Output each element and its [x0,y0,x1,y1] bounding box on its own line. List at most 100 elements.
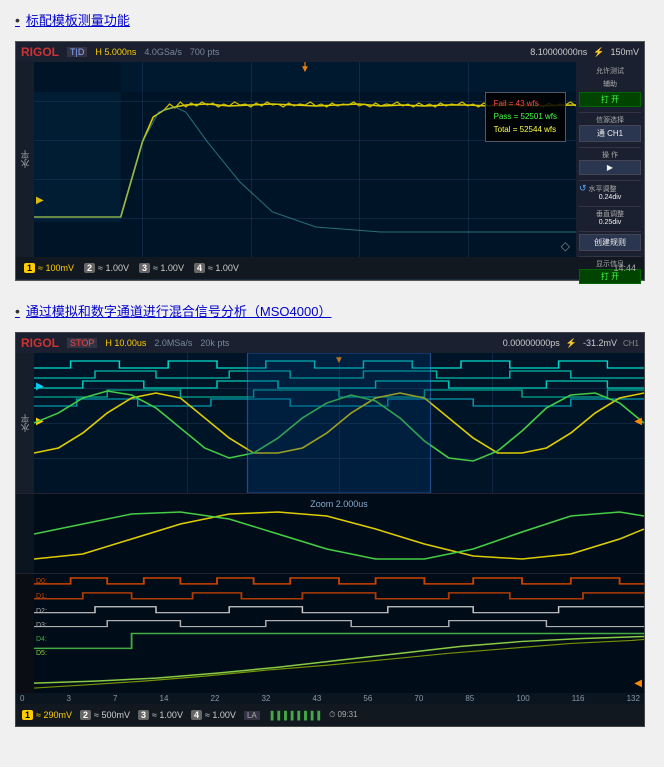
osc1-ch3-val: ≈ 1.00V [153,263,184,273]
osc2-timebase: H 10.00us [105,338,146,348]
t-3: 3 [67,694,71,703]
test-label: 允许测试 [579,66,641,76]
osc2-digital-left [16,574,34,693]
bullet1: • [15,12,20,28]
osc1-header: RIGOL T|D H 5.000ns 4.0GSa/s 700 pts 8.1… [16,42,644,62]
osc2-samplerate: 2.0MSa/s [154,338,192,348]
osc2-ch3-num: 3 [138,710,149,720]
assist-label: 辅助 [579,79,641,89]
osc1-popup: Fail = 43 wfs Pass = 52501 wfs Total = 5… [485,92,566,142]
t-85: 85 [465,694,474,703]
section1-link[interactable]: • 标配模板测量功能 [15,10,649,29]
osc2-footer: 1 ≈ 290mV 2 ≈ 500mV 3 ≈ 1.00V 4 ≈ 1.00V … [16,704,644,726]
v-adjust-label: 垂直调整 [579,209,641,219]
osc1-ch2-badge: 2 ≈ 1.00V [84,263,129,273]
play-btn[interactable]: ▶ [579,160,641,175]
osc2-zoom-left [16,494,34,573]
t-132: 132 [627,694,640,703]
osc2-samplerate-sub: 20k pts [200,338,229,348]
v-adjust-section: 垂直调整 0.25div [579,206,641,226]
osc1-screen: ▼ ▶ ◇ Fail = 43 [34,62,576,257]
osc1-right-panel: 允许测试 辅助 打 开 信源选择 通 CH1 操 作 ▶ ↺ 水平调整 0.24… [576,62,644,257]
t-43: 43 [312,694,321,703]
d0-label: D0: [36,578,47,585]
osc2-digital-screen: D0: D1: D2: D3: D4: D5: ◀ [34,574,644,693]
osc2-ch3-val: ≈ 1.00V [152,710,183,720]
rotate-icon: ↺ [579,183,587,194]
osc1-voltage: 150mV [610,47,639,57]
source-section: 信源选择 通 CH1 [579,112,641,142]
osc1-ch3-num: 3 [139,263,150,273]
source-label: 信源选择 [579,115,641,125]
d3-label: D3: [36,622,47,629]
osc1-left-label: 水平 [16,62,34,257]
osc2-digital-waveform [34,574,644,693]
section1-link-text[interactable]: 标配模板测量功能 [26,10,130,29]
osc2-brand: RIGOL [21,336,59,350]
section2-header: • 通过模拟和数字通道进行混合信号分析（MSO4000） [15,301,649,320]
section2-link-text[interactable]: 通过模拟和数字通道进行混合信号分析（MSO4000） [26,301,332,320]
osc1-timebase: H 5.000ns [95,47,136,57]
osc1-ch1-num: 1 [24,263,35,273]
h-adjust-val: 0.24div [579,194,641,201]
d2-label: D2: [36,608,47,615]
la-indicators: ▐▐▐▐▐▐▐▐ [268,711,321,720]
osc1-ch1-val: ≈ 100mV [38,263,74,273]
operate-label: 操 作 [579,150,641,160]
osc2-zoom-screen: Zoom 2.000us [34,494,644,573]
osc1-ch3-badge: 3 ≈ 1.00V [139,263,184,273]
osc1-marker-br: ◇ [561,239,570,253]
osc2-digital-channels: D0: D1: D2: D3: D4: D5: ◀ [16,573,644,693]
osc1-samplerate-sub: 700 pts [190,47,220,57]
osc2-ch1-val: ≈ 290mV [36,710,72,720]
osc2-mode: STOP [67,338,97,348]
osc2-time: ⏱ 09:31 [329,710,357,720]
osc1-samplerate: 4.0GSa/s [144,47,182,57]
osc2-ch1-num: 1 [22,710,33,720]
osc2-header: RIGOL STOP H 10.00us 2.0MSa/s 20k pts 0.… [16,333,644,353]
osc2-ch2-num: 2 [80,710,91,720]
t-100: 100 [516,694,529,703]
osc2-time-offset: 0.00000000ps [503,338,560,348]
ch-btn[interactable]: 通 CH1 [579,125,641,142]
oscilloscope-1: RIGOL T|D H 5.000ns 4.0GSa/s 700 pts 8.1… [15,41,645,281]
popup-fail: Fail = 43 wfs [494,98,557,111]
h-adjust-label: 水平调整 [589,184,617,194]
osc2-ch1-badge: 1 ≈ 290mV [22,710,72,720]
osc2-ch3-badge: 3 ≈ 1.00V [138,710,183,720]
osc2-analog-waveform [34,353,644,493]
osc1-footer: 1 ≈ 100mV 2 ≈ 1.00V 3 ≈ 1.00V 4 ≈ 1.00V … [16,257,644,279]
section1-header: • 标配模板测量功能 [15,10,649,29]
t-0: 0 [20,694,24,703]
osc1-ch4-badge: 4 ≈ 1.00V [194,263,239,273]
open1-btn[interactable]: 打 开 [579,92,641,107]
osc2-ch4-badge: 4 ≈ 1.00V [191,710,236,720]
bullet2: • [15,303,20,319]
osc2-ch4-val: ≈ 1.00V [205,710,236,720]
osc2-digital-marker: ◀ [634,678,642,689]
section2-link[interactable]: • 通过模拟和数字通道进行混合信号分析（MSO4000） [15,301,649,320]
osc1-ch4-val: ≈ 1.00V [208,263,239,273]
t-70: 70 [414,694,423,703]
osc1-trigger: ⚡ [593,47,604,58]
t-14: 14 [160,694,169,703]
osc2-ch2-badge: 2 ≈ 500mV [80,710,130,720]
osc1-ch2-val: ≈ 1.00V [98,263,129,273]
osc1-time: 14:44 [613,263,636,273]
osc1-ch4-num: 4 [194,263,205,273]
osc2-zoom-waveform [34,494,644,574]
osc2-header-right: 0.00000000ps ⚡ -31.2mV CH1 [503,338,639,349]
popup-pass: Pass = 52501 wfs [494,111,557,124]
t-32: 32 [261,694,270,703]
osc2-ch4-num: 4 [191,710,202,720]
osc2-time-axis: 0 3 7 14 22 32 43 56 70 85 100 116 132 [16,693,644,704]
osc2-ch2-val: ≈ 500mV [94,710,130,720]
d4-label: D4: [36,636,47,643]
osc1-mode: T|D [67,47,87,57]
la-badge: LA [244,711,260,720]
osc1-body: 水平 ▼ ▶ [16,62,644,257]
osc2-zoom-area: Zoom 2.000us [16,493,644,573]
rule-btn[interactable]: 创建规则 [579,234,641,251]
operate-section: 操 作 ▶ [579,147,641,175]
osc2-ch1-label: CH1 [623,339,639,348]
